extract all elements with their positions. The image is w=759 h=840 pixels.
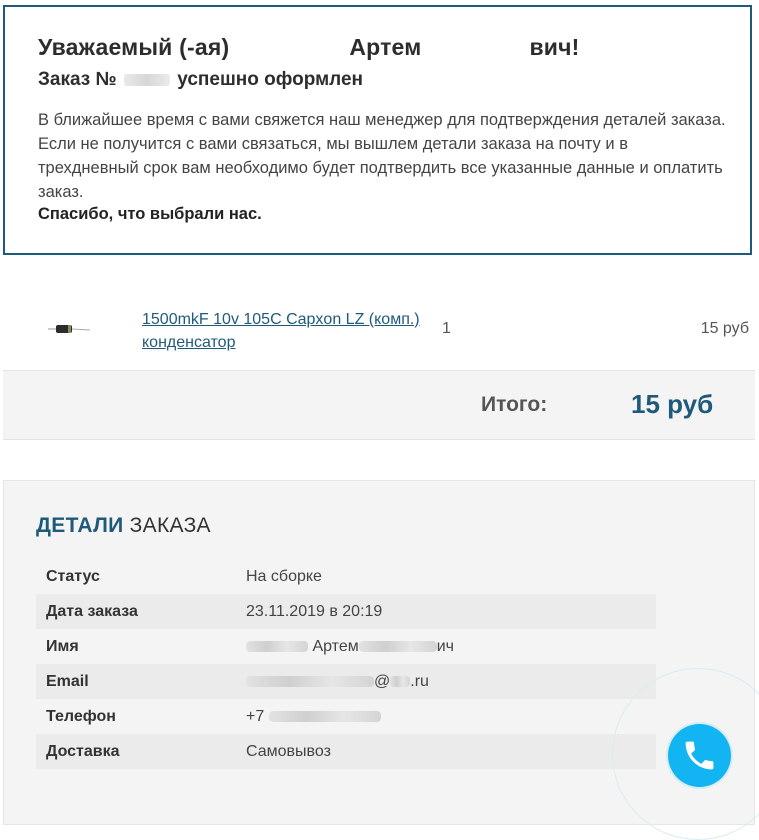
details-label: Телефон [46, 707, 116, 725]
details-value: На сборке [246, 567, 322, 585]
greeting-name: Артем [349, 34, 422, 60]
confirmation-description: В ближайшее время с вами свяжется наш ме… [38, 111, 726, 201]
phone-icon [685, 741, 714, 770]
product-price: 15 руб [700, 320, 749, 337]
product-link[interactable]: 1500mkF 10v 105C Capxon LZ (комп.) конде… [142, 308, 432, 354]
order-confirmation-box: Уважаемый (-ая) Артем вич! Заказ № успешно… [3, 5, 752, 255]
total-label: Итого: [481, 393, 548, 416]
redacted-email-domain [390, 675, 411, 687]
capacitor-image[interactable] [48, 318, 91, 340]
redacted-surname [229, 41, 350, 56]
details-value-phone: +7 [246, 699, 656, 734]
total-value: 15 руб [631, 389, 714, 419]
order-suffix: успешно оформлен [177, 69, 364, 90]
details-label: Доставка [36, 734, 246, 769]
details-label: Email [36, 664, 246, 699]
details-row-name: Имя Артем ич [36, 629, 656, 664]
name-first: Артем [312, 637, 359, 655]
details-title-accent: ДЕТАЛИ [36, 514, 124, 537]
order-prefix: Заказ № [38, 69, 117, 90]
product-quantity: 1 [442, 320, 451, 337]
redacted-patronymic [358, 640, 437, 652]
call-button[interactable] [668, 724, 731, 787]
details-label: Статус [46, 567, 100, 585]
details-title-rest: ЗАКАЗА [129, 514, 211, 537]
redacted-phone [268, 710, 381, 722]
redacted-patronymic [421, 42, 529, 56]
phone-prefix: +7 [246, 707, 265, 725]
details-table: Статус На сборке Дата заказа 23.11.2019 … [36, 559, 656, 769]
redacted-email-local [246, 675, 374, 687]
email-at: @ [374, 672, 391, 690]
details-title: ДЕТАЛИ ЗАКАЗА [36, 514, 211, 538]
order-total-band: Итого: 15 руб [3, 370, 755, 440]
greeting-prefix: Уважаемый (-ая) [38, 34, 230, 60]
greeting-suffix: вич! [529, 34, 580, 60]
details-row-status: Статус На сборке [36, 559, 656, 594]
details-value-email: @ .ru [246, 664, 656, 699]
details-value: 23.11.2019 в 20:19 [246, 594, 656, 629]
thanks-message: Спасибо, что выбрали нас. [38, 205, 262, 223]
details-label: Дата заказа [36, 594, 246, 629]
redacted-order-number [123, 73, 170, 86]
details-row-email: Email @ .ru [36, 664, 656, 699]
name-suffix: ич [436, 637, 454, 655]
details-row-phone: Телефон +7 [36, 699, 656, 734]
order-number-line: Заказ № успешно оформлен [38, 69, 363, 91]
redacted-surname [246, 640, 308, 652]
details-value-name: Артем ич [246, 629, 656, 664]
details-row-date: Дата заказа 23.11.2019 в 20:19 [36, 594, 656, 629]
details-value: Самовывоз [246, 734, 656, 769]
email-suffix: .ru [410, 672, 429, 690]
details-label: Имя [46, 637, 79, 655]
greeting-heading: Уважаемый (-ая) Артем вич! [38, 34, 580, 61]
details-row-delivery: Доставка Самовывоз [36, 734, 656, 769]
